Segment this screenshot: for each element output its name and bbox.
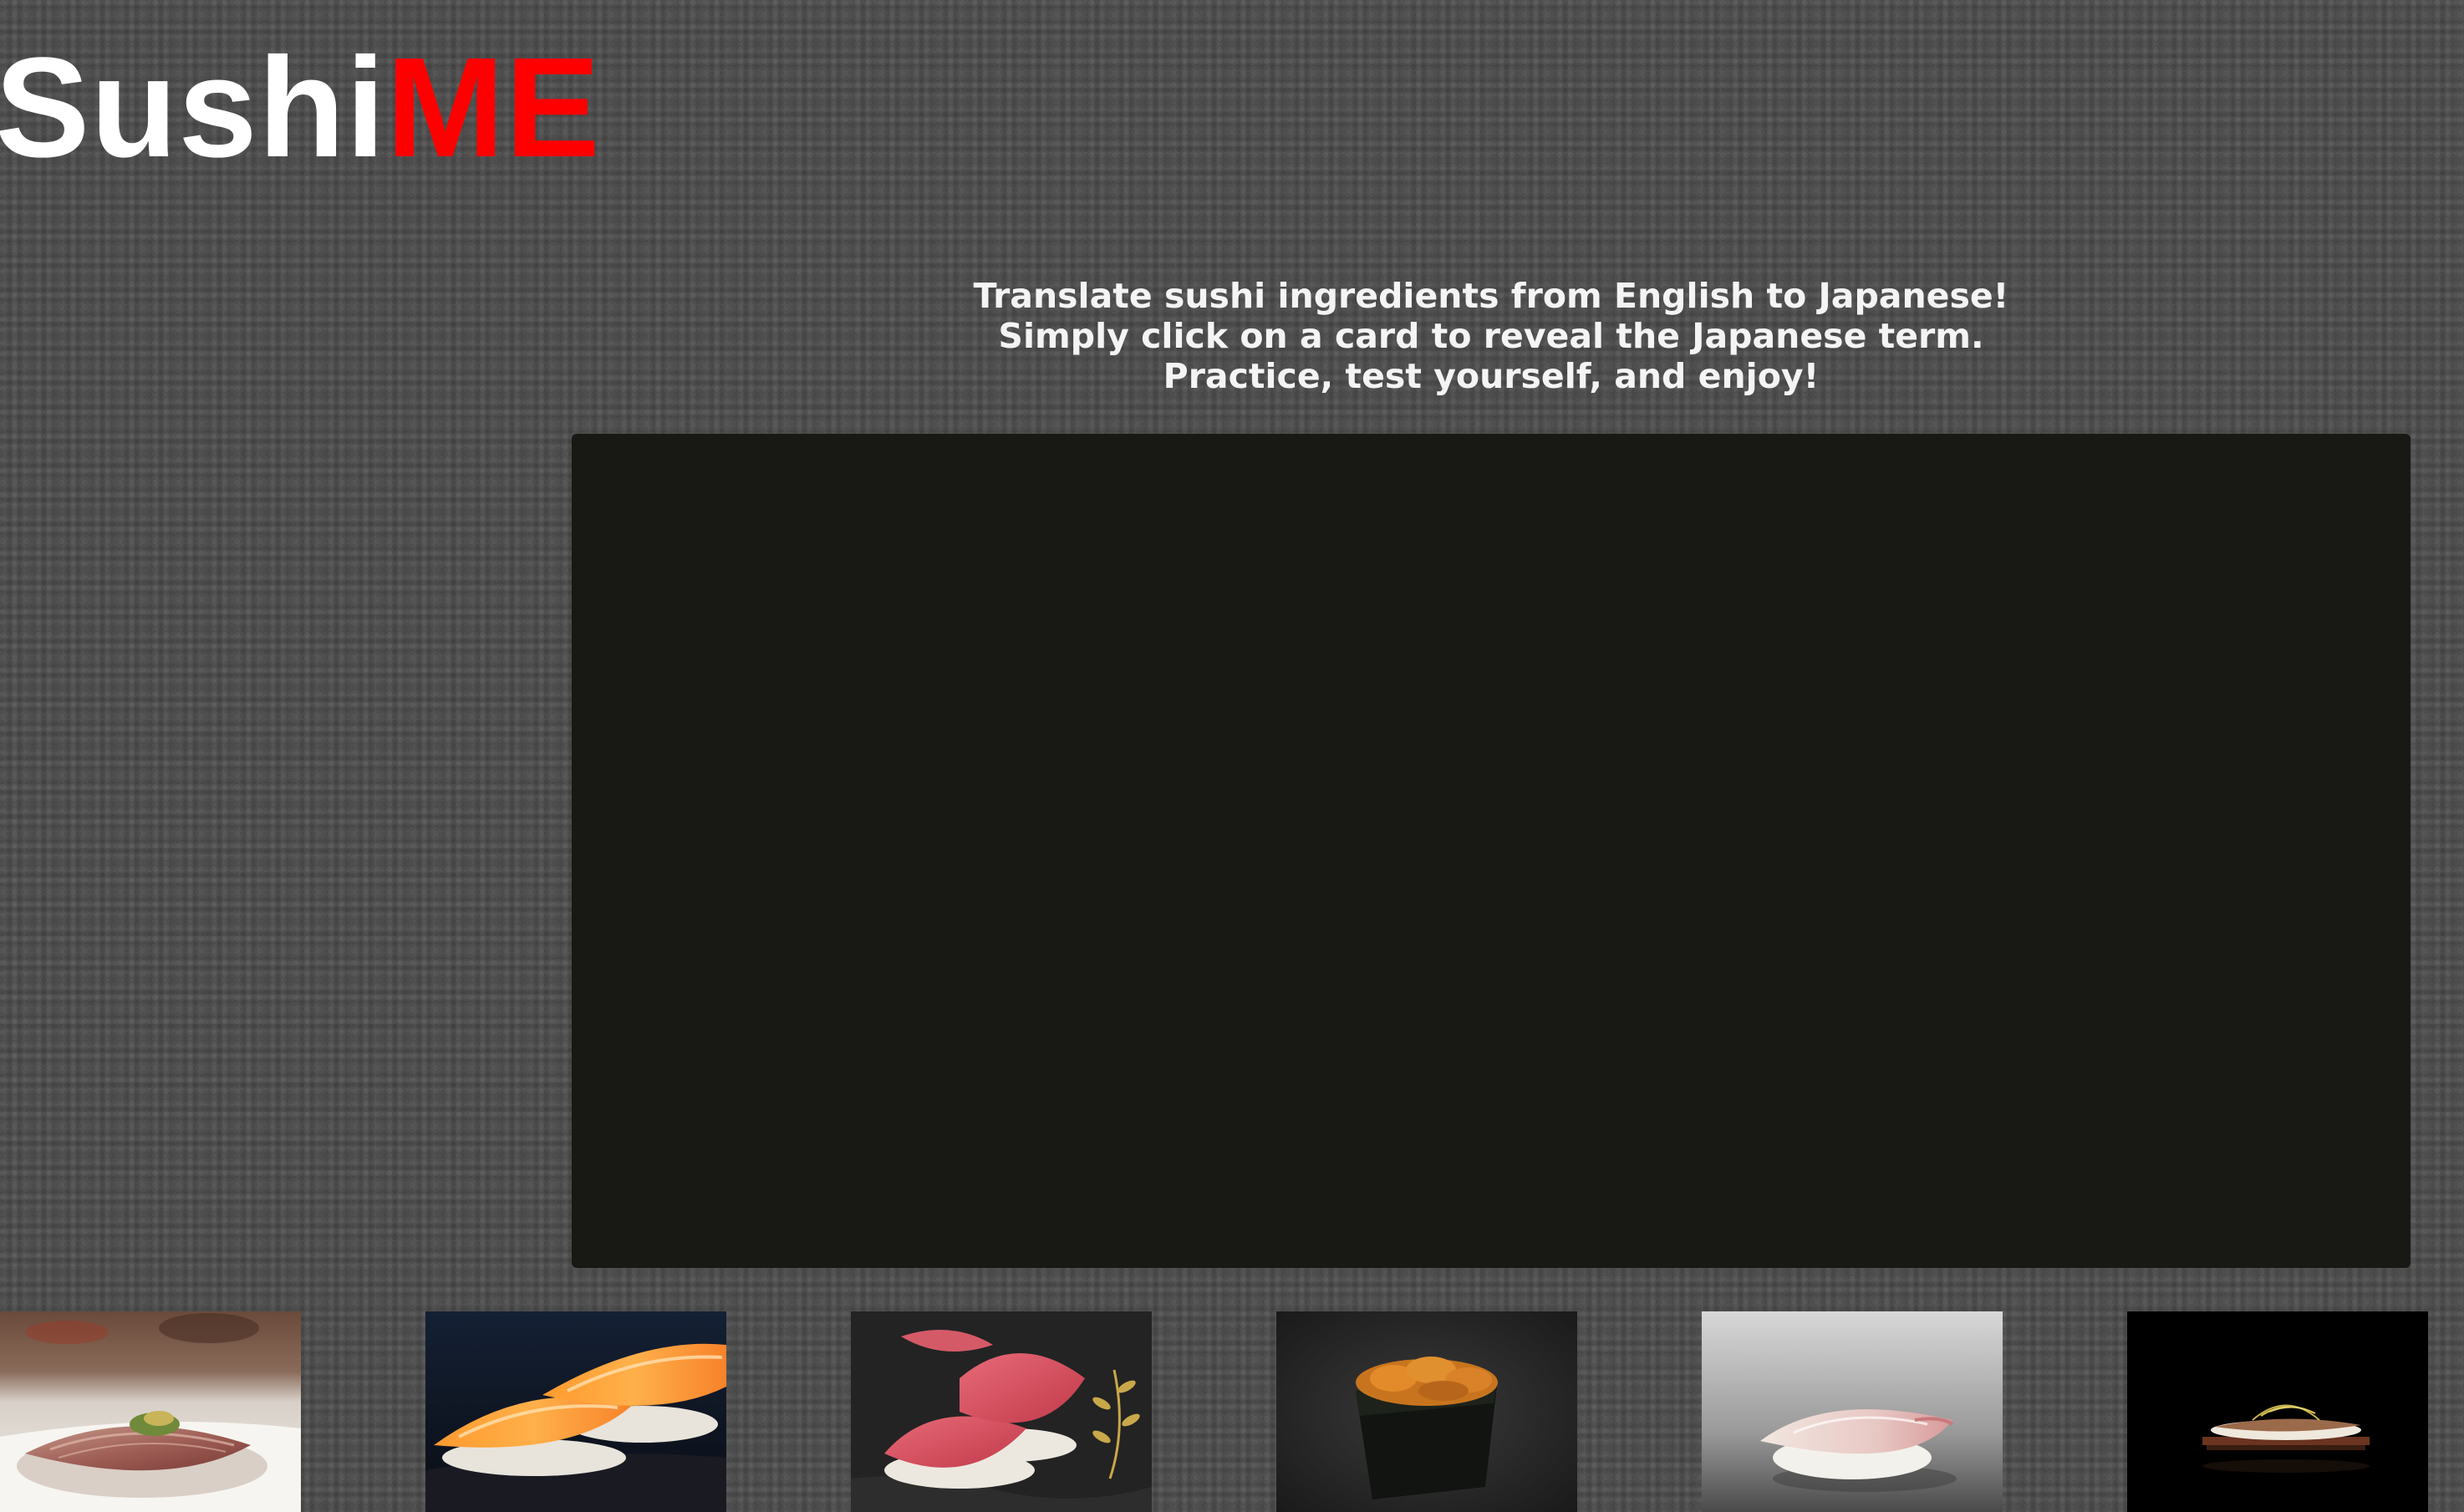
flashcard-area[interactable] [572,434,2411,1268]
sushi-thumbnail-2[interactable] [425,1311,726,1512]
sushi-thumbnail-1[interactable] [0,1311,301,1512]
intro-line-1: Translate sushi ingredients from English… [973,276,2009,316]
sushi-thumbnail-4[interactable] [1276,1311,1577,1512]
logo-text-sushi: Sushi [0,28,386,187]
sushi-thumbnail-3[interactable] [851,1311,1152,1512]
white-fish-nigiri-photo-icon [1702,1311,2003,1512]
salmon-nigiri-photo-icon [425,1311,726,1512]
tuna-nigiri-photo-icon [851,1311,1152,1512]
intro-line-2: Simply click on a card to reveal the Jap… [998,316,1984,356]
aji-nigiri-photo-icon [0,1311,301,1512]
site-logo[interactable]: SushiME [0,37,601,179]
intro-line-3: Practice, test yourself, and enjoy! [1163,356,1820,396]
anago-nigiri-photo-icon [2127,1311,2428,1512]
intro-text: Translate sushi ingredients from English… [572,276,2411,396]
sushi-thumbnail-5[interactable] [1702,1311,2003,1512]
uni-gunkan-photo-icon [1276,1311,1577,1512]
sushi-thumbnail-6[interactable] [2127,1311,2428,1512]
logo-text-me: ME [385,28,601,187]
